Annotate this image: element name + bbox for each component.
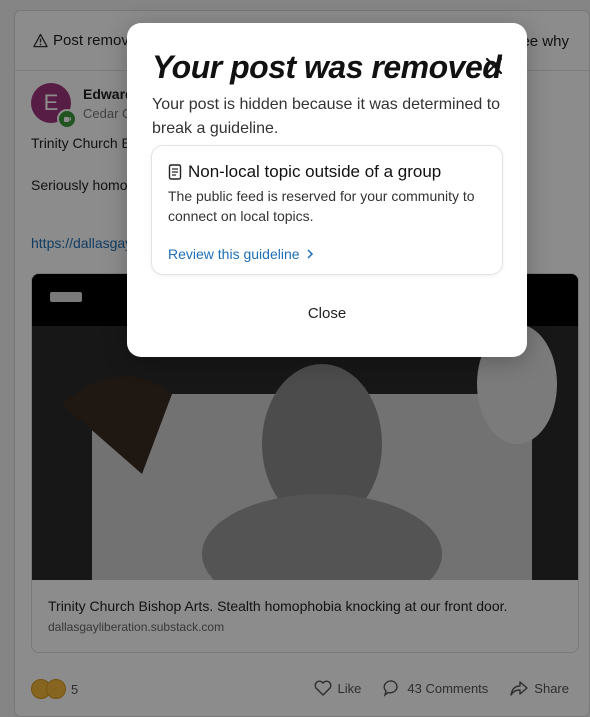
guideline-heading-row: Non-local topic outside of a group	[168, 162, 441, 182]
guideline-card: Non-local topic outside of a group The p…	[151, 145, 503, 275]
close-icon[interactable]	[483, 55, 505, 77]
review-guideline-link[interactable]: Review this guideline	[168, 246, 314, 262]
dialog-title: Your post was removed	[152, 49, 502, 85]
close-button[interactable]: Close	[127, 305, 527, 322]
dialog-description: Your post is hidden because it was deter…	[152, 96, 501, 137]
chevron-right-icon	[307, 249, 313, 259]
document-icon	[168, 164, 182, 180]
guideline-heading: Non-local topic outside of a group	[188, 162, 442, 181]
removal-dialog: Your post was removed Your post is hidde…	[127, 23, 527, 357]
review-guideline-label: Review this guideline	[168, 246, 300, 262]
guideline-body: The public feed is reserved for your com…	[168, 188, 475, 224]
